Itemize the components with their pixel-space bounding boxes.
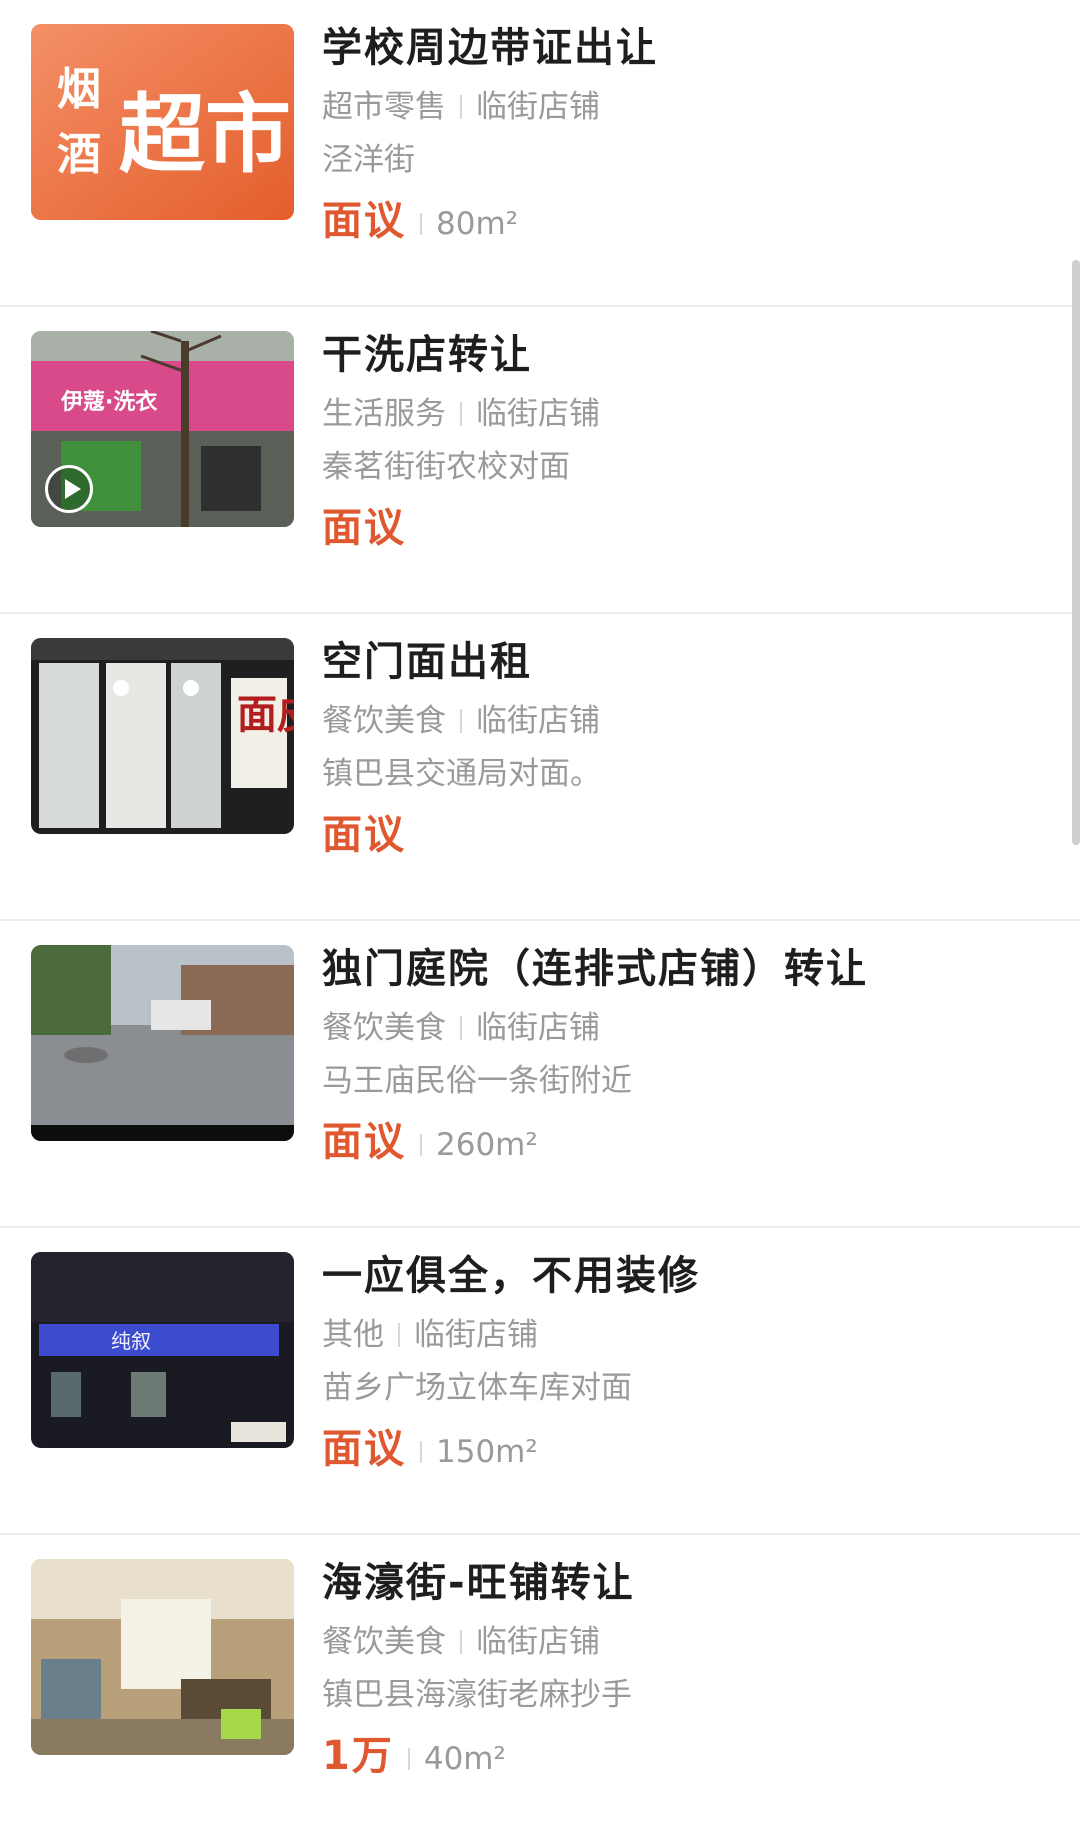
listing-item[interactable]: 海濠街-旺铺转让 餐饮美食 临街店铺 镇巴县海濠街老麻抄手 1万 40m² xyxy=(0,1535,1080,1842)
shop-type-label: 临街店铺 xyxy=(476,396,600,432)
listing-item[interactable]: 面皮 空门面出租 餐饮美食临街店铺 镇巴县交通局对面。 面议 xyxy=(0,614,1080,921)
listing-area: 150m² xyxy=(436,1434,538,1470)
price-row: 面议 xyxy=(322,807,1060,863)
tag-divider xyxy=(460,402,462,426)
shop-type-label: 临街店铺 xyxy=(476,703,600,739)
listing-price: 面议 xyxy=(322,812,406,858)
listing-info: 海濠街-旺铺转让 餐饮美食 临街店铺 镇巴县海濠街老麻抄手 1万 40m² xyxy=(322,1555,1060,1784)
price-divider xyxy=(420,1441,422,1463)
listing-thumbnail[interactable]: 烟 酒 超市 xyxy=(31,24,294,220)
shop-type-label: 临街店铺 xyxy=(414,1317,538,1353)
listing-address: 泾洋街 xyxy=(322,142,415,178)
listing-tags: 生活服务 临街店铺 xyxy=(322,393,1060,435)
category-label: 餐饮美食 xyxy=(322,703,446,739)
sign-large-text: 超市 xyxy=(119,85,291,185)
listing-address: 苗乡广场立体车库对面 xyxy=(322,1370,632,1406)
listing-address: 马王庙民俗一条街附近 xyxy=(322,1063,632,1099)
listing-item[interactable]: 伊蔻·洗衣 干洗店转让 生活服务 临街店铺 秦茗街街农校对面 面议 xyxy=(0,307,1080,614)
shop-type-label: 临街店铺 xyxy=(476,1010,600,1046)
listing-price: 面议 xyxy=(322,1119,406,1165)
listing-item[interactable]: 独门庭院（连排式店铺）转让 餐饮美食 临街店铺 马王庙民俗一条街附近 面议 260m… xyxy=(0,921,1080,1228)
listing-tags: 餐饮美食 临街店铺 xyxy=(322,1007,1060,1049)
listing-thumbnail[interactable]: 纯叙 xyxy=(31,1252,294,1448)
category-label: 餐饮美食 xyxy=(322,1010,446,1046)
listing-tags: 餐饮美食 临街店铺 xyxy=(322,1621,1060,1663)
listing-thumbnail[interactable] xyxy=(31,1559,294,1755)
listing-address: 秦茗街街农校对面 xyxy=(322,449,570,485)
category-label: 生活服务 xyxy=(322,396,446,432)
category-label: 餐饮美食 xyxy=(322,1624,446,1660)
listing-thumbnail[interactable]: 面皮 xyxy=(31,638,294,834)
tag-divider xyxy=(460,1016,462,1040)
price-row: 面议 260m² xyxy=(322,1114,1060,1170)
listing-price: 1万 xyxy=(322,1733,394,1779)
restaurant-interior-image xyxy=(31,1559,294,1755)
listing-area: 40m² xyxy=(423,1741,506,1777)
listing-item[interactable]: 烟 酒 超市 学校周边带证出让 超市零售 临街店铺 泾洋街 面议 80m² xyxy=(0,0,1080,307)
shop-type-label: 临街店铺 xyxy=(476,1624,600,1660)
category-label: 超市零售 xyxy=(322,89,446,125)
listing-info: 独门庭院（连排式店铺）转让 餐饮美食 临街店铺 马王庙民俗一条街附近 面议 260m… xyxy=(322,941,1060,1170)
courtyard-street-image xyxy=(31,945,294,1141)
price-divider xyxy=(420,213,422,235)
sign-small-text-1: 烟 xyxy=(57,64,101,115)
listing-price: 面议 xyxy=(322,1426,406,1472)
price-row: 面议 80m² xyxy=(322,193,1060,249)
sign-small-text-2: 酒 xyxy=(57,129,101,180)
listing-tags: 其他 临街店铺 xyxy=(322,1314,1060,1356)
listing-title[interactable]: 学校周边带证出让 xyxy=(322,20,1060,76)
tag-divider xyxy=(398,1323,400,1347)
shop-type-label: 临街店铺 xyxy=(476,89,600,125)
listing-info: 干洗店转让 生活服务 临街店铺 秦茗街街农校对面 面议 xyxy=(322,327,1060,556)
listing-title[interactable]: 海濠街-旺铺转让 xyxy=(322,1555,1060,1611)
category-label: 其他 xyxy=(322,1317,384,1353)
night-sign-text: 纯叙 xyxy=(111,1329,151,1353)
listing-title[interactable]: 独门庭院（连排式店铺）转让 xyxy=(322,941,1060,997)
night-storefront-image: 纯叙 xyxy=(31,1252,294,1448)
price-row: 面议 150m² xyxy=(322,1421,1060,1477)
listing-tags: 餐饮美食 临街店铺 xyxy=(322,700,1060,742)
listing-price: 面议 xyxy=(322,505,406,551)
price-row: 面议 xyxy=(322,500,1060,556)
listing-list: 烟 酒 超市 学校周边带证出让 超市零售 临街店铺 泾洋街 面议 80m² 伊蔻·洗… xyxy=(0,0,1080,1842)
tag-divider xyxy=(460,709,462,733)
listing-area: 80m² xyxy=(436,206,519,242)
listing-title[interactable]: 干洗店转让 xyxy=(322,327,1060,383)
listing-item[interactable]: 纯叙 一应俱全，不用装修 其他 临街店铺 苗乡广场立体车库对面 面议 150m² xyxy=(0,1228,1080,1535)
listing-address: 镇巴县交通局对面。 xyxy=(322,756,601,792)
tag-divider xyxy=(460,1630,462,1654)
listing-title[interactable]: 空门面出租 xyxy=(322,634,1060,690)
window-sign-text: 面皮 xyxy=(237,691,294,738)
scrollbar-thumb[interactable] xyxy=(1072,260,1080,845)
supermarket-sign-image: 烟 酒 超市 xyxy=(31,24,294,220)
play-video-icon[interactable] xyxy=(45,465,93,513)
storefront-sign-text: 伊蔻·洗衣 xyxy=(60,389,157,415)
price-row: 1万 40m² xyxy=(322,1728,1060,1784)
listing-area: 260m² xyxy=(436,1127,538,1163)
tag-divider xyxy=(460,95,462,119)
listing-info: 一应俱全，不用装修 其他 临街店铺 苗乡广场立体车库对面 面议 150m² xyxy=(322,1248,1060,1477)
listing-thumbnail[interactable]: 伊蔻·洗衣 xyxy=(31,331,294,527)
noodle-shop-window-image: 面皮 xyxy=(31,638,294,834)
price-divider xyxy=(420,1134,422,1156)
listing-title[interactable]: 一应俱全，不用装修 xyxy=(322,1248,1060,1304)
listing-info: 学校周边带证出让 超市零售 临街店铺 泾洋街 面议 80m² xyxy=(322,20,1060,249)
price-divider xyxy=(407,1748,410,1770)
listing-tags: 超市零售 临街店铺 xyxy=(322,86,1060,128)
listing-thumbnail[interactable] xyxy=(31,945,294,1141)
listing-info: 空门面出租 餐饮美食 临街店铺 镇巴县交通局对面。 面议 xyxy=(322,634,1060,863)
listing-address: 镇巴县海濠街老麻抄手 xyxy=(322,1677,632,1713)
listing-price: 面议 xyxy=(322,198,406,244)
